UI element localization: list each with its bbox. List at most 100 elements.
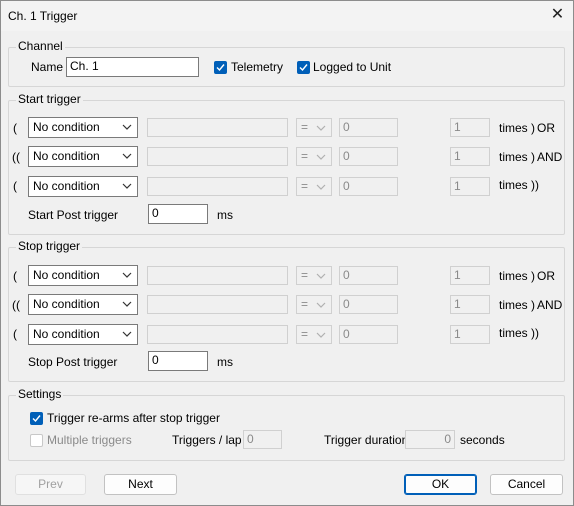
stop-row-1-close-paren: times ): [499, 269, 535, 283]
stop-row-3-open-paren: (: [13, 327, 17, 341]
start-row-1-times-field: 1: [450, 118, 490, 137]
rearm-checkbox[interactable]: [30, 412, 43, 425]
trigger-duration-field: 0: [405, 430, 455, 449]
rearm-label: Trigger re-arms after stop trigger: [47, 411, 220, 425]
start-post-trigger-label: Start Post trigger: [28, 208, 119, 222]
start-row-1-operator-select: =: [296, 118, 332, 137]
start-row-1-logic: OR: [537, 121, 555, 135]
settings-group: Settings: [8, 387, 565, 461]
triggers-per-lap-label: Triggers / lap: [172, 433, 242, 447]
start-row-3-open-paren: (: [13, 179, 17, 193]
stop-row-2-parameter-field: [147, 295, 288, 314]
stop-row-2-operator-select: =: [296, 295, 332, 314]
start-row-1-condition-select[interactable]: No condition: [28, 117, 138, 138]
stop-row-3-parameter-field: [147, 325, 288, 344]
start-row-2-condition-value: No condition: [33, 149, 100, 163]
stop-row-1-logic: OR: [537, 269, 555, 283]
title-bar: Ch. 1 Trigger ✕: [1, 1, 573, 31]
chevron-down-icon: [316, 184, 326, 190]
telemetry-checkbox[interactable]: [214, 61, 227, 74]
trigger-duration-label: Trigger duration: [324, 433, 409, 447]
stop-trigger-group-title: Stop trigger: [16, 239, 83, 253]
start-row-2-condition-select[interactable]: No condition: [28, 146, 138, 167]
chevron-down-icon: [122, 153, 132, 159]
start-row-1-value-field: 0: [339, 118, 398, 137]
stop-row-2-condition-value: No condition: [33, 297, 100, 311]
close-icon[interactable]: ✕: [542, 1, 573, 31]
cancel-button[interactable]: Cancel: [490, 474, 563, 495]
chevron-down-icon: [122, 272, 132, 278]
chevron-down-icon: [122, 183, 132, 189]
start-row-2-operator-select: =: [296, 147, 332, 166]
multiple-triggers-label: Multiple triggers: [47, 433, 132, 447]
start-row-3-condition-value: No condition: [33, 179, 100, 193]
start-row-1-operator-value: =: [301, 120, 309, 134]
stop-row-1-condition-value: No condition: [33, 268, 100, 282]
trigger-dialog: Ch. 1 Trigger ✕ Channel Name Ch. 1 Telem…: [0, 0, 574, 506]
stop-row-3-value-field: 0: [339, 325, 398, 344]
chevron-down-icon: [122, 331, 132, 337]
stop-row-3-condition-select[interactable]: No condition: [28, 324, 138, 345]
start-row-2-parameter-field: [147, 147, 288, 166]
trigger-duration-unit: seconds: [460, 433, 505, 447]
start-row-3-close-paren: times )): [499, 178, 539, 192]
triggers-per-lap-field: 0: [243, 430, 282, 449]
start-row-3-parameter-field: [147, 177, 288, 196]
start-trigger-group-title: Start trigger: [16, 92, 83, 106]
start-post-trigger-unit: ms: [217, 208, 233, 222]
start-row-1-condition-value: No condition: [33, 120, 100, 134]
stop-row-1-times-field: 1: [450, 266, 490, 285]
start-row-1-close-paren: times ): [499, 121, 535, 135]
window-title: Ch. 1 Trigger: [8, 9, 78, 23]
stop-row-1-open-paren: (: [13, 269, 17, 283]
chevron-down-icon: [122, 124, 132, 130]
name-label: Name: [31, 60, 64, 74]
prev-button: Prev: [15, 474, 86, 495]
channel-name-input[interactable]: Ch. 1: [66, 57, 199, 77]
start-row-3-value-field: 0: [339, 177, 398, 196]
start-post-trigger-input[interactable]: 0: [148, 204, 208, 224]
stop-row-2-logic: AND: [537, 298, 563, 312]
stop-row-3-close-paren: times )): [499, 326, 539, 340]
start-row-1-parameter-field: [147, 118, 288, 137]
channel-group-title: Channel: [16, 39, 65, 53]
stop-post-trigger-unit: ms: [217, 355, 233, 369]
logged-to-unit-checkbox[interactable]: [297, 61, 310, 74]
next-button[interactable]: Next: [104, 474, 177, 495]
stop-row-2-open-paren: ((: [12, 298, 20, 312]
ok-button[interactable]: OK: [404, 474, 477, 495]
chevron-down-icon: [316, 273, 326, 279]
stop-row-2-condition-select[interactable]: No condition: [28, 294, 138, 315]
telemetry-label: Telemetry: [231, 60, 284, 74]
start-row-2-operator-value: =: [301, 149, 309, 163]
start-row-2-close-paren: times ): [499, 150, 535, 164]
chevron-down-icon: [316, 154, 326, 160]
start-row-3-operator-value: =: [301, 179, 309, 193]
stop-row-3-condition-value: No condition: [33, 327, 100, 341]
stop-row-1-parameter-field: [147, 266, 288, 285]
start-row-2-open-paren: ((: [12, 150, 20, 164]
stop-row-1-operator-value: =: [301, 268, 309, 282]
start-row-3-condition-select[interactable]: No condition: [28, 176, 138, 197]
logged-to-unit-label: Logged to Unit: [313, 60, 392, 74]
start-row-2-logic: AND: [537, 150, 563, 164]
chevron-down-icon: [316, 125, 326, 131]
start-row-3-times-field: 1: [450, 177, 490, 196]
stop-row-1-value-field: 0: [339, 266, 398, 285]
start-row-1-open-paren: (: [13, 121, 17, 135]
stop-post-trigger-input[interactable]: 0: [148, 351, 208, 371]
stop-row-1-condition-select[interactable]: No condition: [28, 265, 138, 286]
stop-row-1-operator-select: =: [296, 266, 332, 285]
stop-row-2-times-field: 1: [450, 295, 490, 314]
stop-row-3-operator-value: =: [301, 327, 309, 341]
stop-row-2-close-paren: times ): [499, 298, 535, 312]
stop-post-trigger-label: Stop Post trigger: [28, 355, 118, 369]
stop-row-3-operator-select: =: [296, 325, 332, 344]
stop-row-3-times-field: 1: [450, 325, 490, 344]
stop-row-2-operator-value: =: [301, 297, 309, 311]
multiple-triggers-checkbox: [30, 434, 43, 447]
start-row-3-operator-select: =: [296, 177, 332, 196]
start-row-2-value-field: 0: [339, 147, 398, 166]
start-row-2-times-field: 1: [450, 147, 490, 166]
chevron-down-icon: [122, 301, 132, 307]
